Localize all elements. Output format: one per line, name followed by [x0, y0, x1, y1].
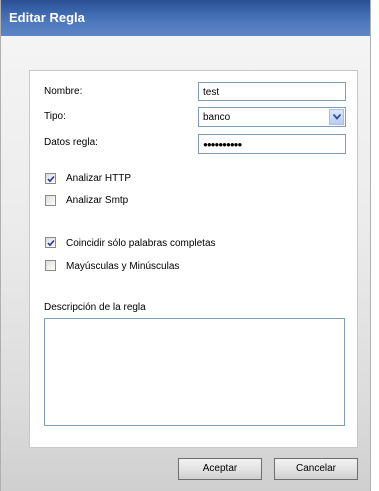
tipo-select[interactable]: banco [198, 107, 346, 127]
checkbox-label: Coincidir sólo palabras completas [66, 238, 216, 249]
datos-password-input[interactable]: ●●●●●●●●●● [198, 134, 346, 154]
checkbox-label: Analizar HTTP [66, 173, 132, 184]
nombre-input[interactable]: test [198, 82, 346, 101]
descripcion-label: Descripción de la regla [44, 302, 146, 313]
checkbox-mayusculas[interactable] [45, 260, 56, 271]
window-title: Editar Regla [9, 10, 85, 25]
accept-button[interactable]: Aceptar [178, 458, 262, 480]
checkbox-analizar-smtp[interactable] [45, 195, 56, 206]
form-panel: Nombre: test Tipo: banco Datos regla: ●●… [29, 70, 358, 448]
checkbox-coincidir-palabras[interactable] [45, 237, 56, 248]
tipo-value: banco [203, 112, 231, 123]
nombre-label: Nombre: [44, 86, 83, 97]
descripcion-textarea[interactable] [44, 318, 345, 426]
checkbox-label: Mayúsculas y Minúsculas [66, 261, 180, 272]
chevron-down-icon[interactable] [329, 109, 344, 125]
title-bar[interactable]: Editar Regla [1, 0, 370, 36]
checkbox-label: Analizar Smtp [66, 195, 129, 206]
cancel-button[interactable]: Cancelar [274, 458, 358, 480]
nombre-value: test [203, 87, 220, 98]
datos-label: Datos regla: [44, 137, 98, 148]
dialog-window: Editar Regla Nombre: test Tipo: banco Da… [0, 0, 371, 491]
tipo-label: Tipo: [44, 111, 66, 122]
datos-value: ●●●●●●●●●● [203, 140, 242, 149]
checkbox-analizar-http[interactable] [45, 173, 56, 184]
